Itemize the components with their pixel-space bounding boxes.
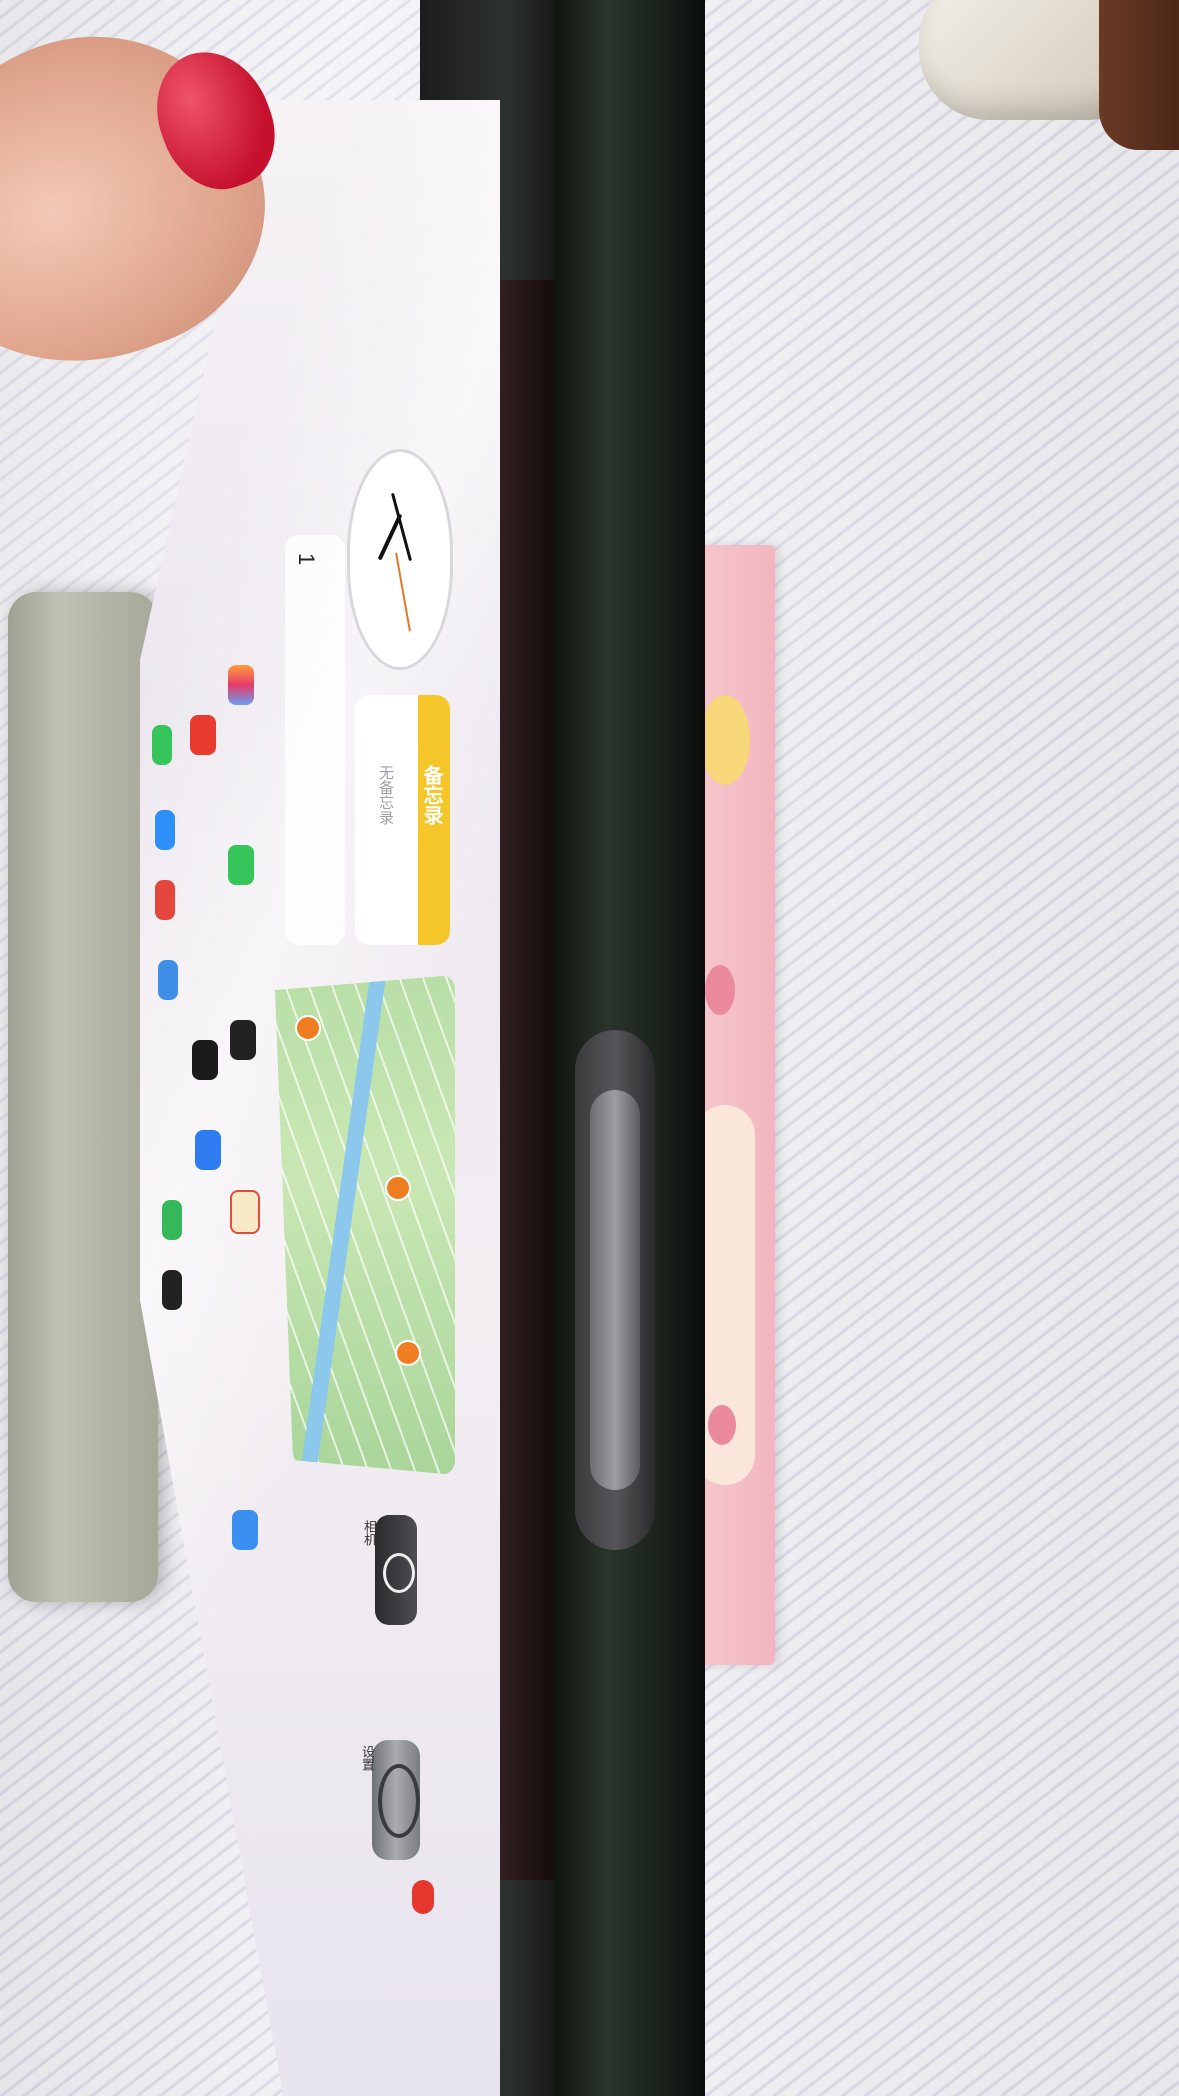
photo-scene: 1 备忘录 无备忘录 相机 设置 (0, 0, 1179, 2096)
map-river (299, 975, 387, 1475)
settings-app-icon[interactable] (372, 1740, 420, 1860)
tablet-case-flap (8, 592, 158, 1602)
gear-icon (378, 1764, 420, 1838)
settings-app-label: 设置 (360, 1745, 375, 1771)
app-icon[interactable] (195, 1130, 221, 1170)
app-icon[interactable] (190, 715, 216, 755)
notes-header: 备忘录 (418, 695, 450, 945)
clock-second-hand (395, 552, 411, 632)
map-pin-icon (385, 1175, 411, 1201)
dock-app-icon[interactable] (162, 1200, 182, 1240)
camera-app-label: 相机 (362, 1520, 377, 1546)
map-pin-icon (295, 1015, 321, 1041)
notes-title: 备忘录 (420, 765, 442, 825)
dock-app-icon[interactable] (155, 810, 175, 850)
dock-app-icon[interactable] (152, 725, 172, 765)
dock-app-icon[interactable] (158, 960, 178, 1000)
calendar-widget[interactable]: 1 (285, 535, 345, 945)
calendar-day: 1 (294, 553, 319, 566)
app-icon[interactable] (192, 1040, 218, 1080)
stylus-pencil (590, 1090, 640, 1490)
app-icon[interactable] (232, 1510, 258, 1550)
dock-app-icon[interactable] (155, 880, 175, 920)
camera-app-icon[interactable] (375, 1515, 417, 1625)
wechat-app-icon[interactable] (228, 845, 254, 885)
app-icon[interactable] (230, 1190, 260, 1234)
camera-lens-icon (383, 1553, 415, 1593)
dock-app-icon[interactable] (162, 1270, 182, 1310)
map-pin-icon (395, 1340, 421, 1366)
tiktok-app-icon[interactable] (230, 1020, 256, 1060)
notes-empty-text: 无备忘录 (377, 765, 394, 825)
notification-badge (412, 1880, 434, 1914)
map-widget[interactable] (275, 975, 455, 1475)
clock-widget[interactable] (350, 452, 450, 667)
wooden-furniture (1099, 0, 1179, 150)
notes-widget[interactable]: 备忘录 无备忘录 (355, 695, 450, 945)
photos-app-icon[interactable] (228, 665, 254, 705)
